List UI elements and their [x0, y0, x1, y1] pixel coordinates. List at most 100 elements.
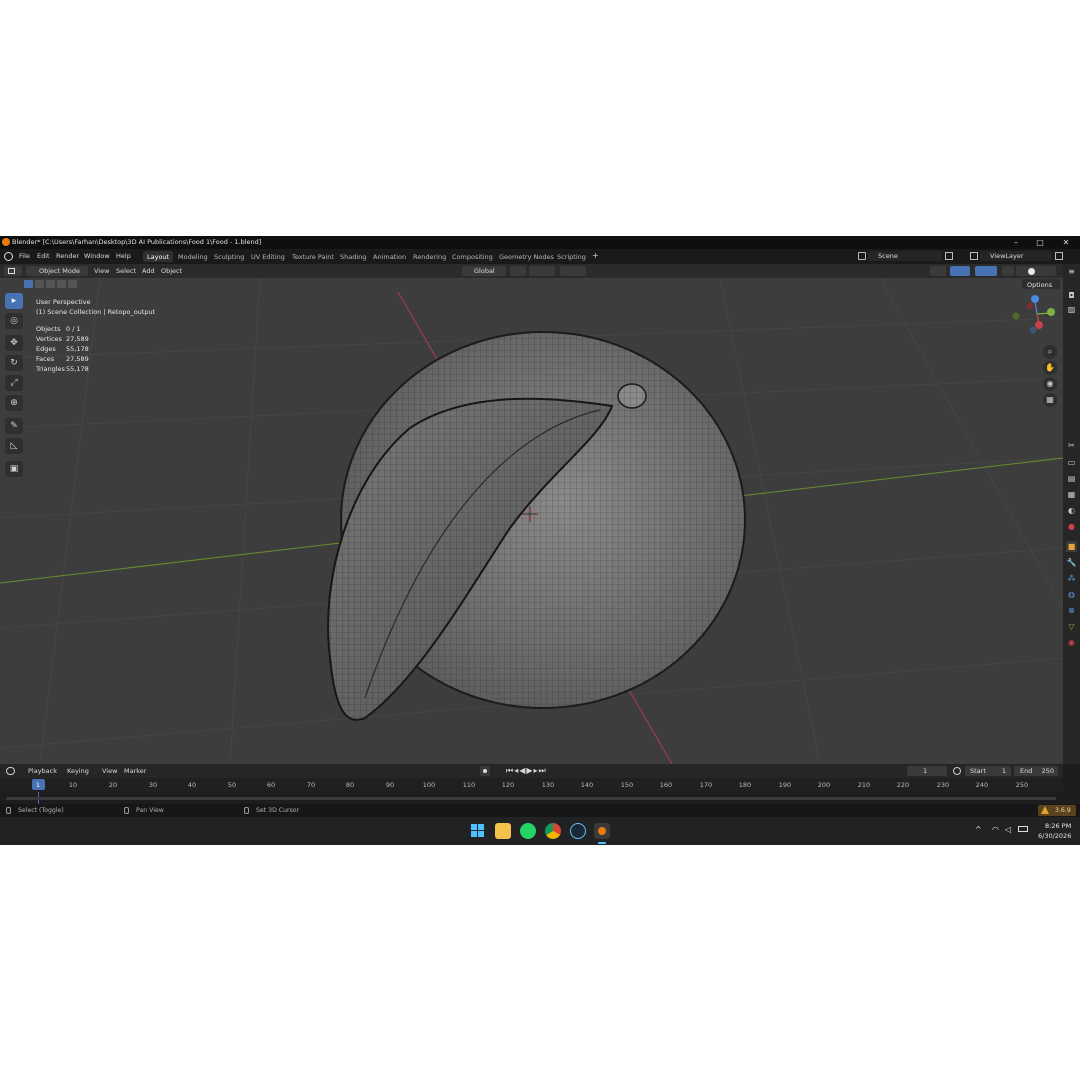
transform-tool[interactable]: ⊕ — [5, 395, 23, 411]
navigation-gizmo[interactable] — [1012, 295, 1056, 334]
menu-select[interactable]: Select — [116, 267, 136, 275]
proportional-edit-button[interactable] — [560, 266, 586, 276]
particles-icon[interactable]: ⁂ — [1066, 573, 1077, 584]
tab-geometry-nodes[interactable]: Geometry Nodes — [495, 251, 558, 262]
playback-controls[interactable]: ⏮◂◀▶▸⏭ — [506, 766, 547, 776]
overlay-toggle-button[interactable] — [975, 266, 997, 276]
constraints-icon[interactable]: ⊗ — [1066, 605, 1077, 616]
image-icon[interactable]: ▨ — [1066, 304, 1077, 315]
physics-icon[interactable]: ◍ — [1066, 589, 1077, 600]
scene-props-icon[interactable]: ◐ — [1066, 505, 1077, 516]
wifi-icon[interactable]: ◠ — [992, 825, 999, 834]
data-mesh-icon[interactable]: ▽ — [1066, 621, 1077, 632]
render-icon[interactable]: ▭ — [1066, 457, 1077, 468]
volume-icon[interactable]: ◁ — [1005, 825, 1011, 834]
tab-uv-editing[interactable]: UV Editing — [247, 251, 289, 262]
outliner-filter-icon[interactable]: ≡ — [1066, 266, 1077, 277]
add-cube-tool[interactable]: ▣ — [5, 461, 23, 477]
menu-playback[interactable]: Playback — [28, 767, 57, 775]
rotate-tool[interactable]: ↻ — [5, 355, 23, 371]
snap-button[interactable] — [529, 266, 555, 276]
tab-sculpting[interactable]: Sculpting — [210, 251, 248, 262]
end-frame-field[interactable]: End 250 — [1014, 766, 1058, 776]
clock-time[interactable]: 8:26 PM — [1045, 822, 1071, 830]
menu-window[interactable]: Window — [84, 252, 110, 260]
tool-settings-icon[interactable]: ✂ — [1066, 440, 1077, 451]
scene-icon[interactable] — [858, 252, 866, 260]
select-box-tool[interactable]: ▸ — [5, 293, 23, 309]
maximize-button[interactable]: □ — [1028, 237, 1052, 248]
world-icon[interactable]: ● — [1066, 521, 1077, 532]
3d-viewport[interactable]: ▸ ◎ ✥ ↻ ⤢ ⊕ ✎ ◺ ▣ User Perspective (1) S… — [0, 278, 1063, 764]
file-explorer-icon[interactable] — [495, 823, 511, 839]
viewlayer-icon[interactable] — [970, 252, 978, 260]
viewlayer-field[interactable]: ViewLayer — [980, 251, 1052, 261]
timeline-ruler[interactable]: 1 10 20 30 40 50 60 70 80 90 100 110 120… — [0, 778, 1063, 792]
menu-help[interactable]: Help — [116, 252, 131, 260]
tray-chevron-icon[interactable]: ^ — [975, 825, 982, 834]
new-viewlayer-icon[interactable] — [1055, 252, 1063, 260]
menu-marker[interactable]: Marker — [124, 767, 146, 775]
output-icon[interactable]: ▤ — [1066, 473, 1077, 484]
material-icon[interactable]: ◉ — [1066, 637, 1077, 648]
menu-timeline-view[interactable]: View — [102, 767, 117, 775]
select-mode-new-icon[interactable] — [24, 280, 33, 288]
zoom-icon[interactable]: ⌕ — [1043, 345, 1057, 359]
view-layer-icon[interactable]: ▦ — [1066, 489, 1077, 500]
menu-object[interactable]: Object — [161, 267, 182, 275]
scene-field[interactable]: Scene — [868, 251, 942, 261]
steam-icon[interactable] — [570, 823, 586, 839]
tab-rendering[interactable]: Rendering — [409, 251, 450, 262]
whatsapp-icon[interactable] — [520, 823, 536, 839]
menu-render[interactable]: Render — [56, 252, 79, 260]
windows-start-icon[interactable] — [470, 823, 486, 839]
timeline-track-area[interactable] — [0, 792, 1063, 804]
object-props-icon[interactable]: ■ — [1066, 541, 1077, 552]
close-window-button[interactable]: ✕ — [1054, 237, 1078, 248]
timeline-editor-icon[interactable] — [6, 767, 15, 775]
timeline-scrollbar[interactable] — [6, 797, 1056, 800]
scale-tool[interactable]: ⤢ — [5, 375, 23, 391]
select-mode-invert-icon[interactable] — [57, 280, 66, 288]
select-mode-subtract-icon[interactable] — [46, 280, 55, 288]
camera-view-icon[interactable]: ◉ — [1043, 377, 1057, 391]
solid-shading-icon[interactable] — [1028, 268, 1035, 275]
blender-menu-icon[interactable] — [4, 252, 13, 261]
menu-keying[interactable]: Keying — [67, 767, 89, 775]
tab-texture-paint[interactable]: Texture Paint — [288, 251, 338, 262]
battery-icon[interactable] — [1018, 826, 1028, 832]
modifier-wrench-icon[interactable]: 🔧 — [1066, 557, 1077, 568]
ortho-grid-icon[interactable]: ▦ — [1043, 393, 1057, 407]
shading-mode-buttons[interactable] — [1016, 266, 1056, 276]
tab-shading[interactable]: Shading — [336, 251, 370, 262]
pivot-button[interactable] — [510, 266, 526, 276]
blender-taskbar-icon[interactable] — [594, 823, 610, 839]
start-frame-field[interactable]: Start 1 — [965, 766, 1011, 776]
current-frame-field[interactable]: 1 — [907, 766, 947, 776]
tab-modeling[interactable]: Modeling — [174, 251, 212, 262]
minimize-button[interactable]: – — [1004, 237, 1028, 248]
visibility-button[interactable] — [930, 266, 946, 276]
tab-animation[interactable]: Animation — [369, 251, 410, 262]
pan-hand-icon[interactable]: ✋ — [1043, 361, 1057, 375]
chrome-icon[interactable] — [545, 823, 561, 839]
menu-add[interactable]: Add — [142, 267, 155, 275]
camera-icon[interactable]: ◘ — [1066, 290, 1077, 301]
select-mode-intersect-icon[interactable] — [68, 280, 77, 288]
menu-edit[interactable]: Edit — [37, 252, 50, 260]
measure-tool[interactable]: ◺ — [5, 438, 23, 454]
annotate-tool[interactable]: ✎ — [5, 418, 23, 434]
tab-layout[interactable]: Layout — [143, 251, 174, 262]
cursor-tool[interactable]: ◎ — [5, 313, 23, 329]
menu-file[interactable]: File — [19, 252, 30, 260]
gizmo-toggle-button[interactable] — [950, 266, 970, 276]
add-workspace-button[interactable]: + — [592, 251, 599, 260]
move-tool[interactable]: ✥ — [5, 335, 23, 351]
menu-view[interactable]: View — [94, 267, 109, 275]
new-scene-icon[interactable] — [945, 252, 953, 260]
tab-scripting[interactable]: Scripting — [553, 251, 590, 262]
select-mode-extend-icon[interactable] — [35, 280, 44, 288]
clock-date[interactable]: 6/30/2026 — [1038, 832, 1071, 840]
viewport-scene[interactable] — [0, 278, 1063, 764]
xray-toggle-button[interactable] — [1002, 266, 1014, 276]
